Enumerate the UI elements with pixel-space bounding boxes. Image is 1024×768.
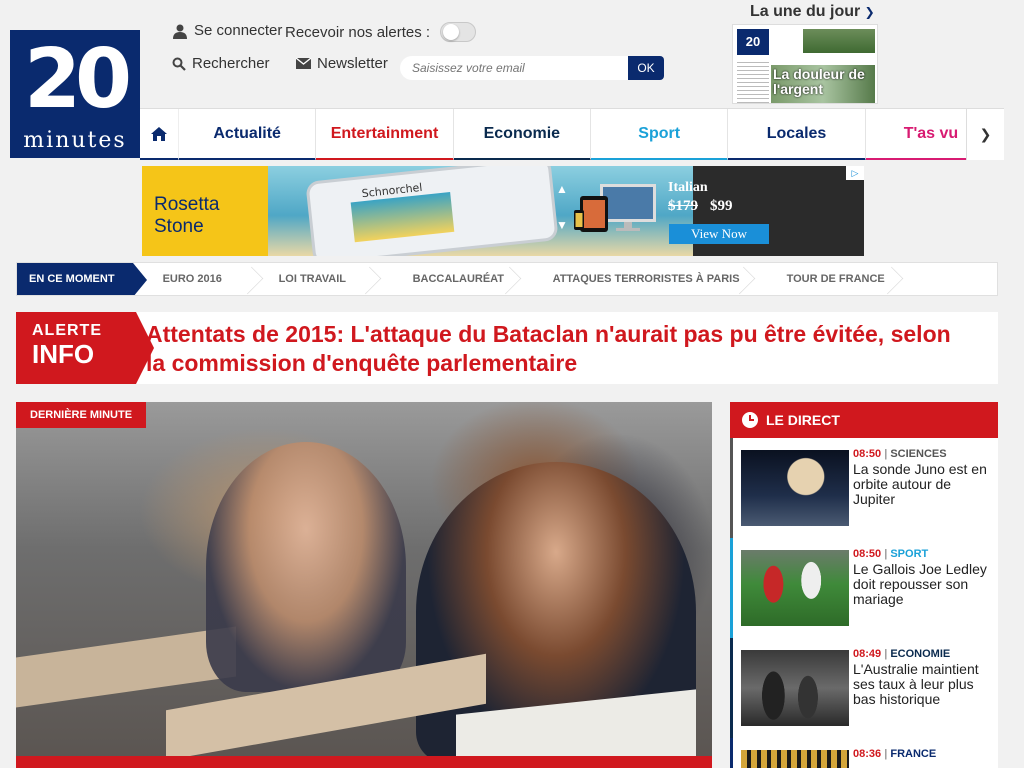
live-item-thumbnail: [741, 650, 849, 726]
ad-pager[interactable]: ▲ ▼: [556, 180, 568, 234]
clock-icon: [742, 412, 758, 428]
live-item-thumbnail: [741, 750, 849, 768]
live-item-meta: 08:50 | SCIENCES: [853, 448, 947, 460]
nav-tab-locales[interactable]: Locales: [728, 109, 866, 160]
trending-topic-label: ATTAQUES TERRORISTES À PARIS: [552, 273, 740, 285]
ad-banner[interactable]: Rosetta Stone Schnorchel ▲ ▼ Italian $17…: [142, 166, 864, 256]
trending-label: EN CE MOMENT: [17, 263, 147, 295]
live-item-meta: 08:50 | SPORT: [853, 548, 929, 560]
login-link[interactable]: Se connecter: [172, 22, 282, 39]
hero-photo-student: [206, 442, 406, 692]
une-du-jour-toggle[interactable]: La une du jour ❯: [750, 3, 875, 21]
adchoices-icon[interactable]: ▷: [846, 166, 864, 180]
trending-topic[interactable]: EURO 2016: [133, 263, 265, 295]
trending-bar: EN CE MOMENT EURO 2016 LOI TRAVAIL BACCA…: [16, 262, 998, 296]
une-title: La une du jour: [750, 3, 861, 20]
nav-home[interactable]: [140, 109, 179, 160]
trending-topic[interactable]: LOI TRAVAIL: [265, 263, 383, 295]
login-label: Se connecter: [194, 22, 283, 39]
ad-old-price: $179: [668, 198, 698, 214]
hero-label: DERNIÈRE MINUTE: [16, 402, 147, 428]
live-item-title: La sonde Juno est en orbite autour de Ju…: [853, 461, 987, 507]
home-icon: [150, 126, 167, 141]
live-item[interactable]: 08:36 | FRANCE: [730, 738, 998, 768]
logo-number: 20: [23, 32, 132, 127]
trending-topic-label: EURO 2016: [162, 273, 222, 285]
ad-language: Italian: [668, 180, 708, 195]
live-item-thumbnail: [741, 550, 849, 626]
alert-headline[interactable]: Attentats de 2015: L'attaque du Bataclan…: [146, 320, 976, 378]
newsletter-label: Newsletter: [317, 55, 388, 72]
live-item-meta: 08:36 | FRANCE: [853, 748, 937, 760]
nav-tab-label: Locales: [766, 124, 827, 142]
trending-topic[interactable]: TOUR DE FRANCE: [757, 263, 905, 295]
search-link[interactable]: Rechercher: [172, 55, 270, 72]
nav-tab-economie[interactable]: Economie: [453, 109, 592, 160]
hero-article[interactable]: DERNIÈRE MINUTE: [16, 402, 712, 768]
search-label: Rechercher: [192, 55, 270, 72]
triangle-up-icon: ▲: [556, 182, 568, 196]
alerts-label: Recevoir nos alertes :: [285, 23, 431, 41]
ad-new-price: $99: [710, 198, 733, 214]
live-item-meta: 08:49 | ECONOMIE: [853, 648, 951, 660]
live-item-title: L'Australie maintient ses taux à leur pl…: [853, 661, 979, 707]
nav-tab-sport[interactable]: Sport: [591, 109, 729, 160]
live-item[interactable]: 08:50 | SCIENCES La sonde Juno est en or…: [730, 438, 998, 538]
cover-headline: La douleur de l'argent: [773, 66, 865, 97]
trending-topic[interactable]: ATTAQUES TERRORISTES À PARIS: [523, 263, 757, 295]
nav-next-button[interactable]: ❯: [966, 108, 1004, 160]
logo-word: minutes: [23, 128, 127, 153]
nav-tab-label: T'as vu: [903, 124, 959, 142]
nav-tab-label: Sport: [638, 124, 681, 142]
triangle-down-icon: ▼: [556, 218, 568, 232]
trending-topic-label: TOUR DE FRANCE: [786, 273, 885, 285]
ad-devices-icon: [574, 184, 656, 232]
search-icon: [172, 57, 186, 71]
ad-brand: Rosetta Stone: [142, 166, 268, 256]
cover-column: [737, 59, 769, 103]
alerts-toggle[interactable]: [440, 22, 477, 42]
section-nav: Actualité Entertainment Economie Sport L…: [140, 108, 1004, 160]
newsletter-email-input[interactable]: [400, 56, 628, 80]
alert-tag-line2: INFO: [32, 339, 95, 369]
hero-bottom-bar: [16, 756, 712, 768]
newsletter-link[interactable]: Newsletter: [296, 55, 388, 72]
ad-view-now-button[interactable]: View Now: [669, 224, 769, 244]
alerts-toggle-row: Recevoir nos alertes :: [285, 22, 477, 42]
cover-photo: [803, 29, 875, 53]
trending-topic-label: BACCALAURÉAT: [412, 273, 505, 285]
chevron-down-icon: ❯: [864, 5, 875, 19]
live-feed-header[interactable]: LE DIRECT: [730, 402, 998, 438]
nav-tab-label: Actualité: [213, 124, 281, 142]
nav-tab-actualite[interactable]: Actualité: [178, 109, 317, 160]
nav-tab-label: Entertainment: [330, 124, 439, 142]
live-item[interactable]: 08:49 | ECONOMIE L'Australie maintient s…: [730, 638, 998, 738]
nav-tab-entertainment[interactable]: Entertainment: [316, 109, 454, 160]
live-item-thumbnail: [741, 450, 849, 526]
alert-tag-line1: ALERTE: [32, 322, 102, 339]
trending-topic[interactable]: BACCALAURÉAT: [383, 263, 523, 295]
chevron-right-icon: ❯: [979, 126, 992, 142]
live-item[interactable]: 08:50 | SPORT Le Gallois Joe Ledley doit…: [730, 538, 998, 638]
live-item-title: Le Gallois Joe Ledley doit repousser son…: [853, 561, 987, 607]
live-feed: LE DIRECT 08:50 | SCIENCES La sonde Juno…: [730, 402, 998, 768]
site-logo[interactable]: 20 minutes: [10, 30, 140, 158]
user-icon: [173, 24, 187, 39]
nav-tab-label: Economie: [483, 124, 561, 142]
alert-info-tag: ALERTE INFO: [16, 312, 154, 384]
newsletter-ok-button[interactable]: OK: [628, 56, 664, 80]
live-feed-title: LE DIRECT: [766, 412, 840, 428]
une-du-jour-cover[interactable]: 20 La douleur de l'argent: [732, 24, 878, 104]
trending-topic-label: LOI TRAVAIL: [278, 273, 346, 285]
envelope-icon: [296, 58, 311, 69]
breaking-alert[interactable]: ALERTE INFO Attentats de 2015: L'attaque…: [16, 312, 998, 384]
cover-logo: 20: [737, 29, 769, 55]
toggle-knob: [443, 24, 460, 40]
